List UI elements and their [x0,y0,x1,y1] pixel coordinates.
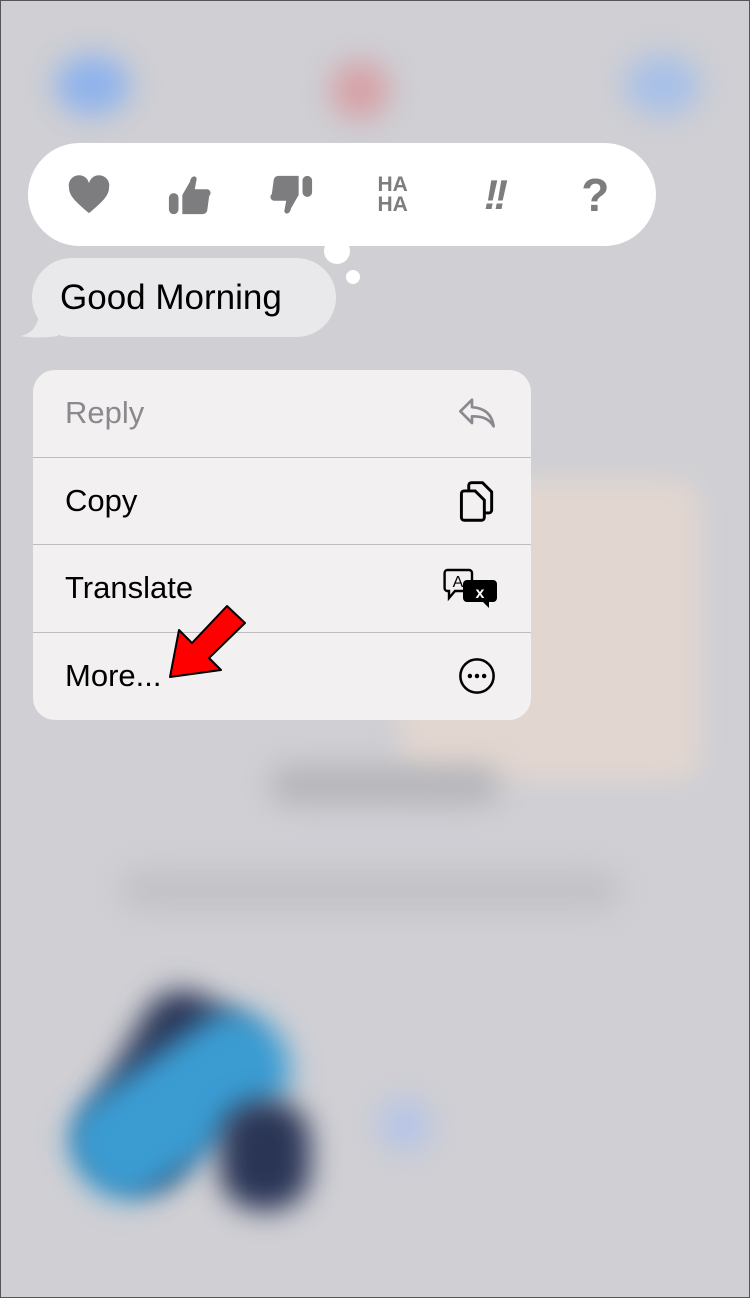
reply-icon [455,391,499,435]
reaction-thumbs-down-button[interactable] [261,165,321,225]
blurred-background-shape [625,55,700,115]
menu-item-label: Reply [65,395,145,431]
menu-item-translate[interactable]: Translate Ax [33,545,531,633]
menu-item-label: More... [65,658,162,694]
reaction-emphasize-button[interactable]: !! [464,165,524,225]
svg-text:x: x [476,585,485,602]
question-icon: ? [581,168,610,221]
svg-text:A: A [453,574,464,591]
blurred-background-shape [120,870,620,910]
blurred-background-shape [55,55,130,115]
tapback-reaction-bar: HA HA !! ? [28,143,656,246]
tapback-connector-dot [324,238,350,264]
reaction-haha-button[interactable]: HA HA [363,165,423,225]
reaction-question-button[interactable]: ? [565,165,625,225]
haha-icon: HA HA [377,172,408,216]
thumbs-down-icon [270,175,313,214]
blurred-background-shape [330,60,390,120]
more-icon [455,654,499,698]
menu-item-copy[interactable]: Copy [33,458,531,545]
copy-icon [455,479,499,523]
message-bubble[interactable]: Good Morning [32,258,336,337]
exclamation-icon: !! [483,170,508,218]
reaction-thumbs-up-button[interactable] [160,165,220,225]
heart-icon [68,174,109,213]
menu-item-label: Copy [65,482,138,518]
red-arrow-annotation [169,605,246,678]
menu-item-more[interactable]: More... [33,633,531,721]
blurred-background-shape [270,765,500,805]
menu-item-reply[interactable]: Reply [33,370,531,458]
thumbs-up-icon [168,175,211,214]
context-menu: Reply Copy Translate Ax More... [33,370,531,720]
tapback-connector-dot [346,270,360,284]
blurred-background-shape [380,1100,430,1150]
translate-icon: Ax [443,566,499,610]
message-text: Good Morning [60,277,282,317]
blurred-background-shape [220,1100,310,1210]
reaction-heart-button[interactable] [59,165,119,225]
